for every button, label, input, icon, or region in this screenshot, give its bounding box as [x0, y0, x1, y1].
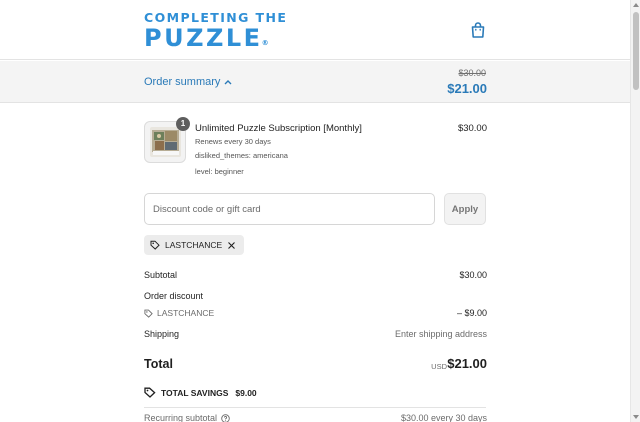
discount-value: – $9.00 — [456, 308, 487, 318]
discount-code-input[interactable] — [144, 193, 435, 225]
remove-discount-close-icon[interactable] — [227, 241, 236, 250]
total-value: $21.00 — [447, 356, 487, 371]
tag-icon — [144, 387, 156, 398]
logo-word: PUZZLE — [144, 24, 263, 52]
discount-code-text: LASTCHANCE — [157, 308, 215, 318]
scrollbar-thumb[interactable] — [633, 12, 639, 90]
chevron-up-icon — [224, 80, 232, 85]
tag-icon — [150, 240, 160, 250]
product-level: level: beginner — [195, 167, 244, 176]
order-summary-bar: Order summary $30.00 $21.00 — [0, 61, 630, 103]
divider — [144, 407, 486, 408]
recurring-subtotal-value: $30.00 every 30 days — [400, 413, 487, 422]
logo-registered-mark: ® — [261, 39, 269, 47]
original-price: $30.00 — [458, 68, 486, 78]
total-savings: TOTAL SAVINGS $9.00 — [144, 387, 257, 398]
scrollbar[interactable] — [630, 0, 640, 422]
scroll-up-arrow[interactable] — [633, 3, 639, 7]
product-title: Unlimited Puzzle Subscription [Monthly] — [195, 123, 362, 134]
apply-discount-button[interactable]: Apply — [444, 193, 486, 225]
recurring-subtotal: Recurring subtotal — [144, 413, 230, 422]
header: COMPLETING THE PUZZLE® — [0, 0, 630, 60]
product-disliked-themes: disliked_themes: americana — [195, 151, 288, 160]
logo-top-text: COMPLETING THE — [144, 10, 288, 25]
puzzle-image — [150, 127, 181, 157]
order-summary-label: Order summary — [144, 76, 221, 88]
subtotal-label: Subtotal — [144, 270, 178, 280]
order-summary-toggle[interactable]: Order summary — [144, 76, 232, 88]
shopping-bag-icon[interactable] — [470, 21, 486, 39]
logo-bottom-text: PUZZLE® — [144, 26, 287, 55]
current-price: $21.00 — [447, 81, 487, 96]
subtotal-value: $30.00 — [459, 270, 487, 280]
shipping-label: Shipping — [144, 329, 180, 339]
order-discount-label: Order discount — [144, 291, 204, 301]
product-renewal: Renews every 30 days — [195, 137, 271, 146]
order-discount-code: LASTCHANCE — [144, 308, 214, 318]
tag-icon — [144, 309, 153, 318]
recurring-subtotal-label: Recurring subtotal — [144, 413, 218, 422]
applied-discount-chip: LASTCHANCE — [144, 235, 245, 255]
quantity-badge: 1 — [176, 117, 190, 131]
shipping-value: Enter shipping address — [394, 329, 487, 339]
product-price: $30.00 — [457, 123, 487, 134]
help-circle-icon[interactable] — [221, 413, 230, 422]
savings-label: TOTAL SAVINGS — [161, 387, 229, 398]
brand-logo[interactable]: COMPLETING THE PUZZLE® — [144, 11, 287, 55]
total-label: Total — [144, 357, 173, 371]
total-currency: USD — [431, 362, 447, 371]
scroll-down-arrow[interactable] — [633, 415, 639, 419]
savings-value: $9.00 — [235, 387, 257, 398]
applied-code-label: LASTCHANCE — [165, 240, 223, 250]
